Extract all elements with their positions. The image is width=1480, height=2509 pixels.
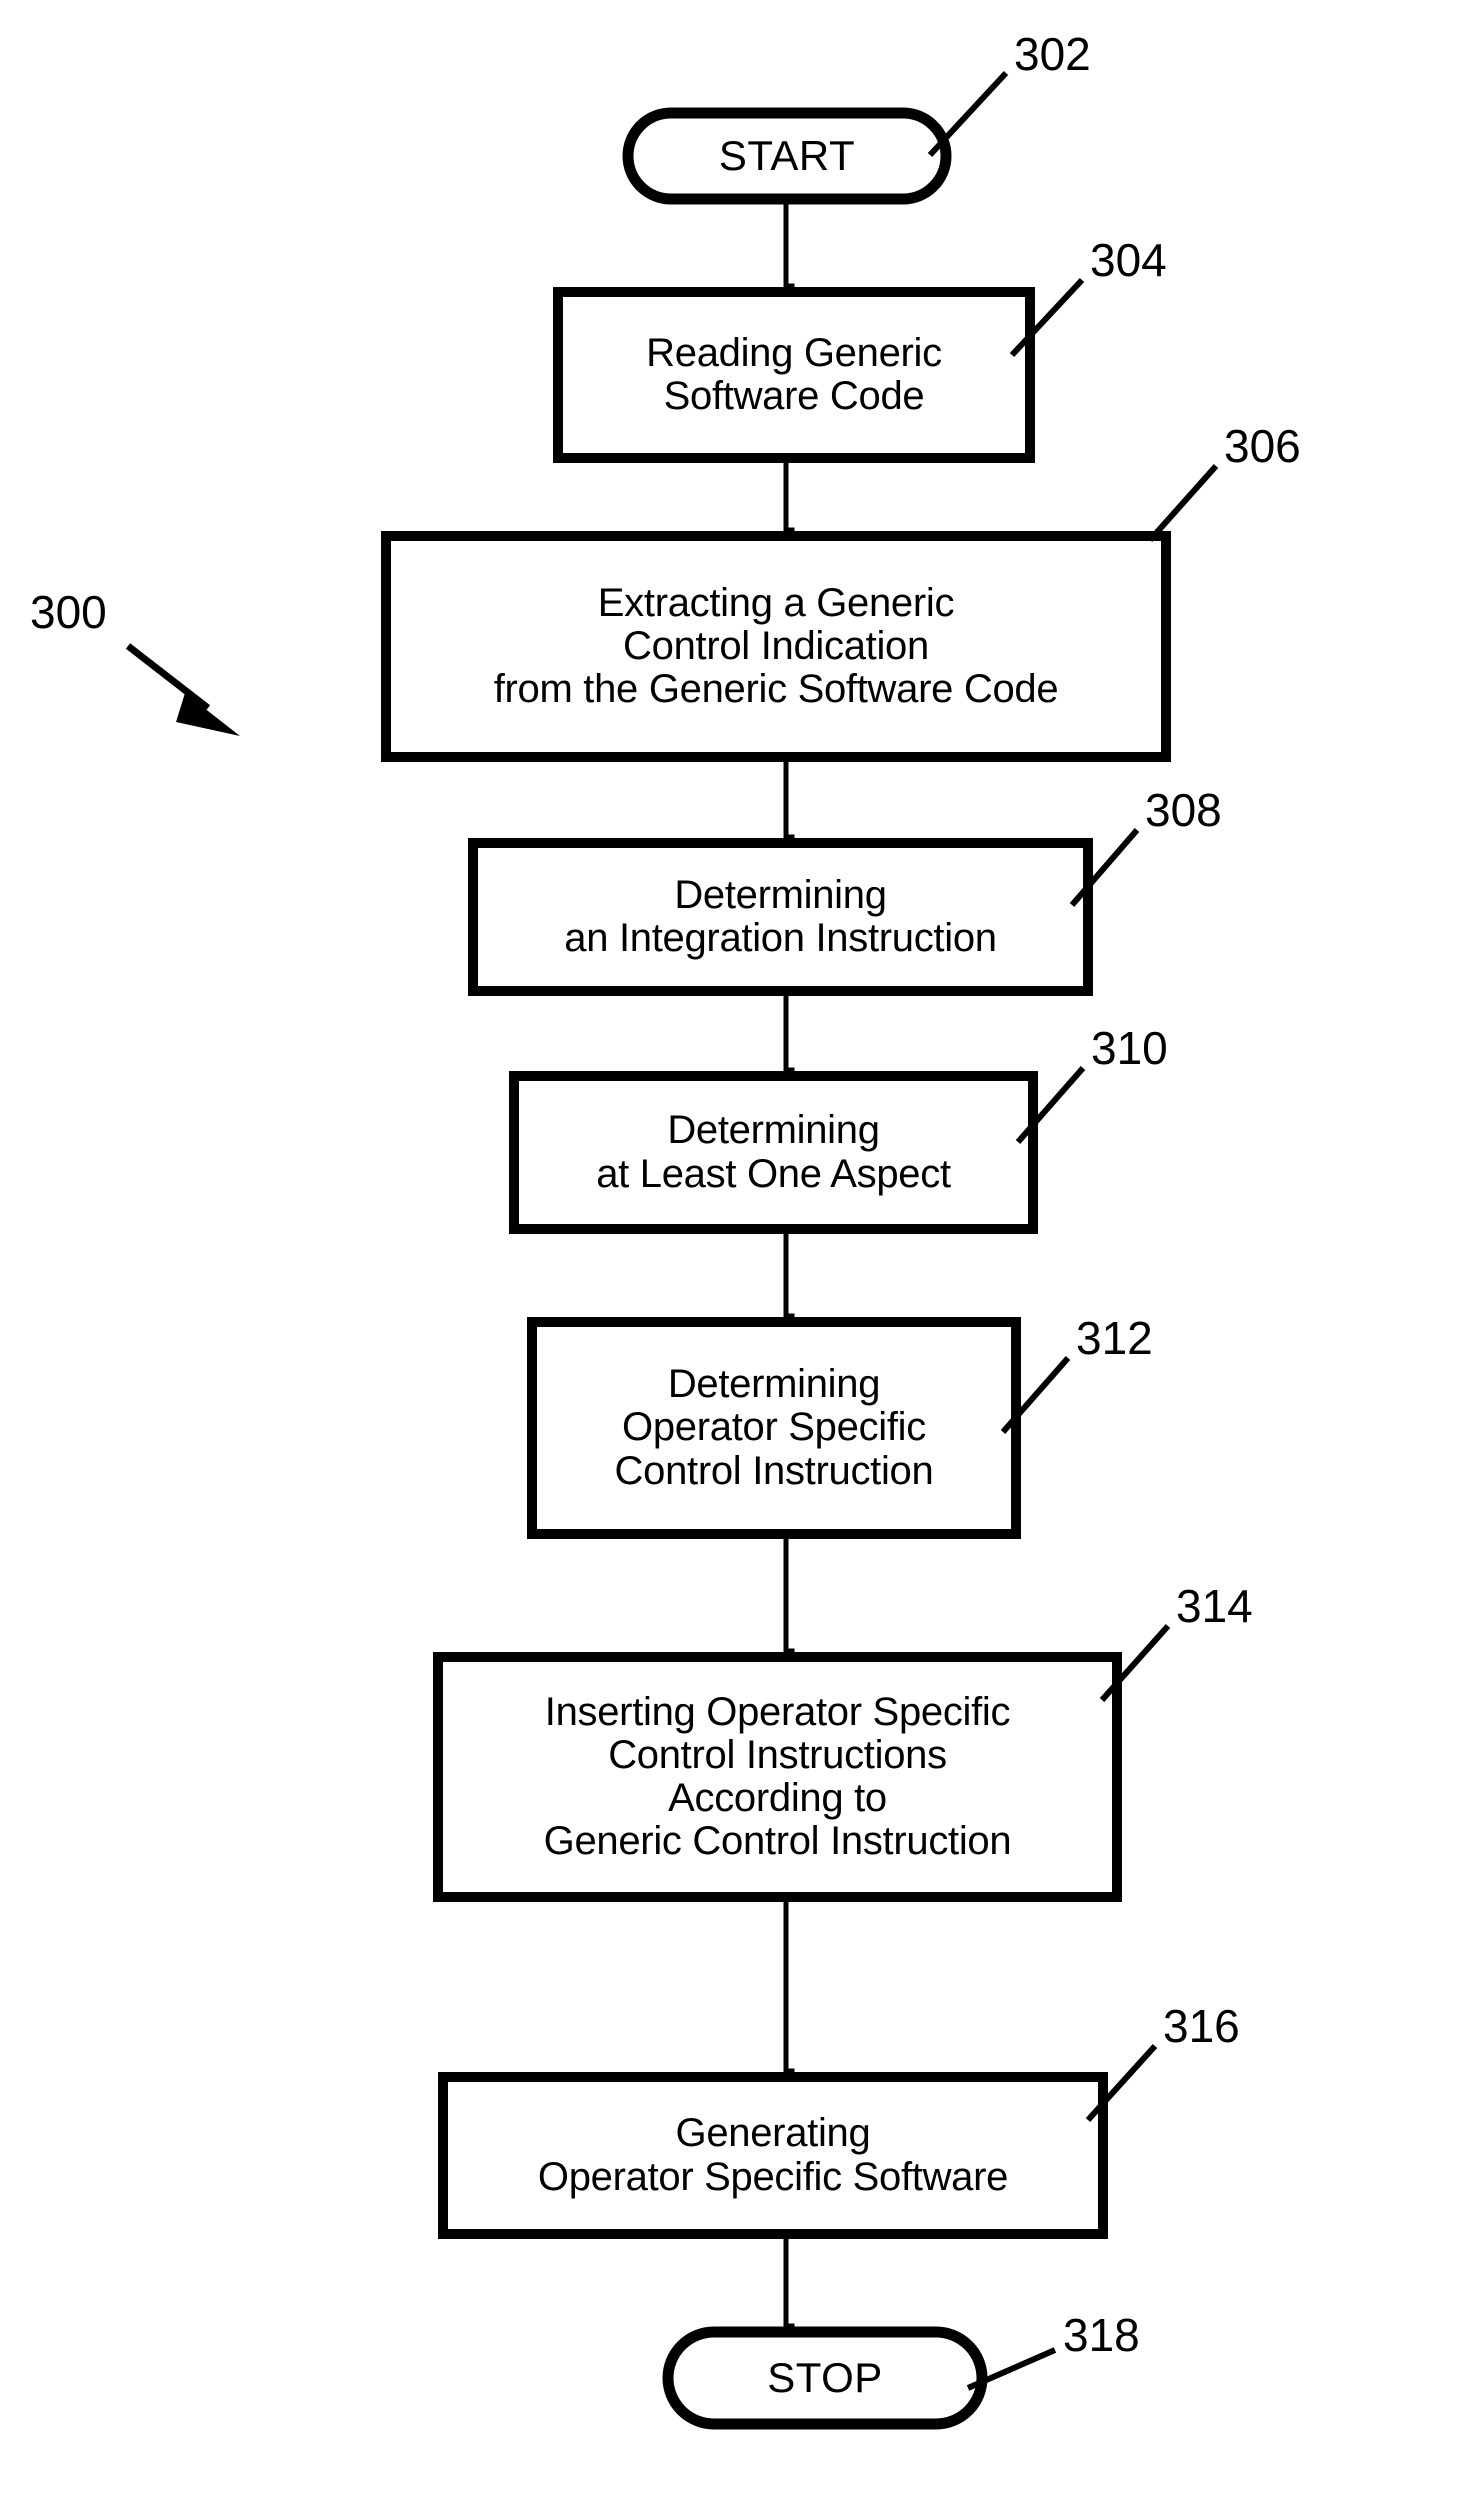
node-306-line-0: Extracting a Generic	[597, 580, 955, 625]
node-310-line-1: at Least One Aspect	[596, 1151, 951, 1196]
node-312-line-0: Determining	[667, 1362, 881, 1407]
node-304-line-1: Software Code	[663, 374, 925, 418]
figure-leader-arrowhead	[176, 693, 240, 736]
figure-sheet: 300 START Reading Generic Software Code …	[0, 0, 1480, 2509]
node-314-line-0: Inserting Operator Specific	[544, 1689, 1011, 1734]
ref-number-302: 302	[1014, 28, 1091, 80]
node-316-line-1: Operator Specific Software	[537, 2154, 1009, 2199]
leader-line-306	[1147, 464, 1219, 542]
node-310-line-0: Determining	[667, 1108, 880, 1153]
node-314-line-3: Generic Control Instruction	[543, 1819, 1012, 1864]
node-312-line-1: Operator Specific	[622, 1405, 926, 1450]
node-306-label[interactable]: Extracting a Generic Control Indication …	[386, 536, 1166, 757]
figure-number: 300	[30, 586, 107, 638]
node-318-label[interactable]: STOP	[668, 2332, 982, 2424]
ref-number-310: 310	[1091, 1022, 1168, 1074]
node-314-line-2: According to	[668, 1776, 887, 1820]
node-308-label[interactable]: Determining an Integration Instruction	[473, 843, 1088, 991]
node-312-label[interactable]: Determining Operator Specific Control In…	[532, 1322, 1016, 1534]
node-306-line-1: Control Indication	[623, 623, 929, 668]
node-316-line-0: Generating	[675, 2111, 871, 2156]
ref-number-306: 306	[1224, 420, 1301, 472]
node-302-label[interactable]: START	[628, 113, 946, 199]
node-312-line-2: Control Instruction	[614, 1448, 934, 1493]
figure-leader-line	[125, 643, 211, 711]
ref-number-304: 304	[1090, 234, 1167, 286]
node-308-line-1: an Integration Instruction	[564, 916, 997, 960]
node-310-label[interactable]: Determining at Least One Aspect	[514, 1076, 1033, 1229]
node-302-line-0: START	[718, 132, 856, 180]
node-306-line-2: from the Generic Software Code	[493, 667, 1059, 712]
ref-number-312: 312	[1076, 1312, 1153, 1364]
node-314-line-1: Control Instructions	[608, 1732, 947, 1777]
node-314-label[interactable]: Inserting Operator Specific Control Inst…	[438, 1657, 1117, 1897]
ref-number-316: 316	[1163, 2000, 1240, 2052]
node-304-label[interactable]: Reading Generic Software Code	[558, 292, 1030, 458]
node-308-line-0: Determining	[674, 872, 887, 917]
ref-number-308: 308	[1145, 784, 1222, 836]
node-316-label[interactable]: Generating Operator Specific Software	[443, 2077, 1103, 2234]
node-318-line-0: STOP	[767, 2354, 883, 2402]
node-304-line-0: Reading Generic	[646, 330, 942, 375]
ref-number-318: 318	[1063, 2309, 1140, 2361]
ref-number-314: 314	[1176, 1580, 1253, 1632]
